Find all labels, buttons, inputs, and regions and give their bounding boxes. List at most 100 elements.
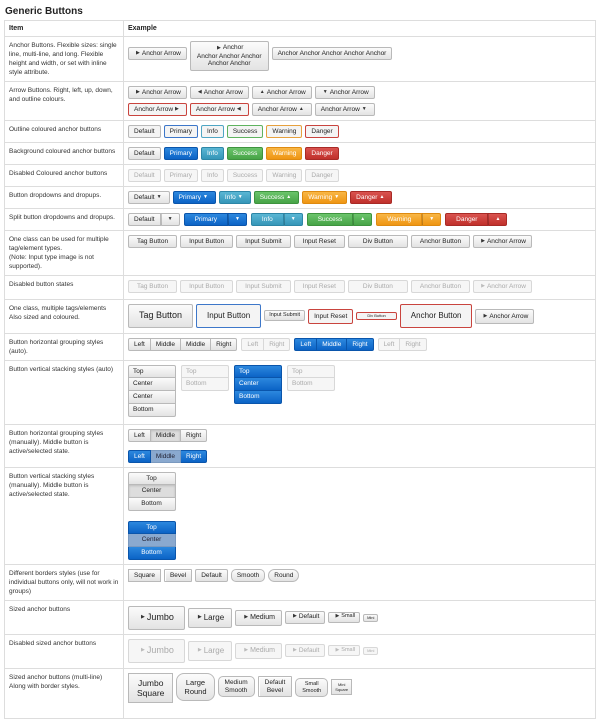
bg-danger-button[interactable]: Danger [305, 147, 339, 160]
split-main[interactable]: Default [128, 213, 161, 226]
anchor-arrow-button[interactable]: ▶ Anchor Arrow [128, 47, 187, 60]
split-main[interactable]: Danger [445, 213, 489, 226]
group-right-button[interactable]: Right [181, 429, 208, 442]
input-reset-medium[interactable]: Input Reset [308, 309, 354, 324]
div-button[interactable]: Div Button [347, 235, 408, 248]
group-middle-button[interactable]: Middle [150, 338, 181, 351]
split-main[interactable]: Warning [376, 213, 423, 226]
vstack-bottom-button[interactable]: Bottom [128, 498, 176, 511]
split-danger-button[interactable]: Danger ▲ [445, 213, 508, 226]
input-reset[interactable]: Input Reset [293, 235, 345, 248]
group-right-button[interactable]: Right [347, 338, 374, 351]
vstack-top-button[interactable]: Top [128, 472, 176, 485]
outline-arrow-up-button[interactable]: Anchor Arrow ▲ [251, 103, 312, 116]
outline-primary-button[interactable]: Primary [163, 125, 198, 138]
vstack-bottom-button[interactable]: Bottom [234, 391, 282, 404]
split-main[interactable]: Success [306, 213, 354, 226]
bg-warning-button[interactable]: Warning [266, 147, 303, 160]
outline-warning-button[interactable]: Warning [266, 125, 303, 138]
jumbo-button[interactable]: ▶ Jumbo [128, 605, 185, 630]
group-middle-button-active[interactable]: Middle [150, 429, 181, 442]
medium-button[interactable]: ▶ Medium [235, 609, 282, 626]
mini-button[interactable]: Mini [363, 613, 379, 622]
small-button[interactable]: ▶ Small [328, 611, 361, 623]
bg-primary-button[interactable]: Primary [163, 147, 198, 160]
arrow-up-button[interactable]: ▲ Anchor Arrow [251, 86, 312, 99]
split-default-button[interactable]: Default ▼ [128, 213, 180, 226]
default-bevel-button[interactable]: Default Bevel [257, 676, 293, 697]
bg-info-button[interactable]: Info [201, 147, 224, 160]
default-size-button[interactable]: ▶ Default [284, 610, 326, 624]
vstack-center-button[interactable]: Center [128, 391, 176, 404]
split-toggle[interactable]: ▼ [227, 213, 247, 226]
dropdown-info-button[interactable]: Info ▼ [218, 191, 251, 204]
default-border-button[interactable]: Default [195, 569, 228, 582]
split-toggle[interactable]: ▲ [488, 213, 508, 226]
split-toggle[interactable]: ▼ [422, 213, 442, 226]
vstack-bottom-button[interactable]: Bottom [128, 547, 176, 560]
split-main[interactable]: Info [250, 213, 284, 226]
large-button[interactable]: ▶ Large [187, 607, 233, 628]
round-button[interactable]: Round [268, 569, 300, 582]
dropdown-primary-button[interactable]: Primary ▼ [172, 191, 216, 204]
outline-info-button[interactable]: Info [201, 125, 224, 138]
bg-default-button[interactable]: Default [128, 147, 161, 160]
group-left-button[interactable]: Left [128, 429, 151, 442]
arrow-right-button[interactable]: ▶ Anchor Arrow [128, 86, 187, 99]
split-primary-button[interactable]: Primary ▼ [183, 213, 247, 226]
split-toggle[interactable]: ▼ [283, 213, 303, 226]
input-button[interactable]: Input Button [180, 235, 234, 248]
group-left-button[interactable]: Left [128, 338, 151, 351]
smooth-button[interactable]: Smooth [230, 569, 266, 582]
bg-success-button[interactable]: Success [226, 147, 264, 160]
anchor-button[interactable]: Anchor Button [410, 235, 471, 248]
split-info-button[interactable]: Info ▼ [250, 213, 303, 226]
vstack-top-button[interactable]: Top [128, 521, 176, 534]
group-left-button[interactable]: Left [128, 450, 151, 463]
jumbo-square-button[interactable]: Jumbo Square [128, 673, 174, 703]
group-right-button[interactable]: Right [211, 338, 238, 351]
arrow-down-button[interactable]: ▼ Anchor Arrow [314, 86, 375, 99]
group-middle-button[interactable]: Middle [317, 338, 348, 351]
split-main[interactable]: Primary [183, 213, 228, 226]
input-submit[interactable]: Input Submit [236, 235, 291, 248]
split-success-button[interactable]: Success ▲ [306, 213, 373, 226]
outline-danger-button[interactable]: Danger [305, 125, 339, 138]
vstack-center-button-active[interactable]: Center [128, 534, 176, 547]
large-round-button[interactable]: Large Round [176, 673, 215, 701]
split-toggle[interactable]: ▲ [353, 213, 373, 226]
outline-success-button[interactable]: Success [226, 125, 264, 138]
anchor-arrow-button[interactable]: ▶ Anchor Arrow [475, 309, 535, 324]
vstack-bottom-button[interactable]: Bottom [128, 404, 176, 417]
medium-smooth-button[interactable]: Medium Smooth [217, 676, 255, 697]
vstack-top-button[interactable]: Top [128, 365, 176, 378]
split-toggle[interactable]: ▼ [160, 213, 180, 226]
outline-arrow-right-button[interactable]: Anchor Arrow ▶ [128, 103, 187, 116]
arrow-left-button[interactable]: ◀ Anchor Arrow [189, 86, 249, 99]
outline-arrow-down-button[interactable]: Anchor Arrow ▼ [314, 103, 375, 116]
tag-button-jumbo[interactable]: Tag Button [128, 304, 194, 328]
group-right-button[interactable]: Right [181, 450, 208, 463]
dropup-warning-button[interactable]: Warning ▼ [302, 191, 348, 204]
dropup-danger-button[interactable]: Danger ▲ [350, 191, 393, 204]
vstack-center-button-active[interactable]: Center [128, 485, 176, 498]
anchor-multiline-button[interactable]: ▶ Anchor Anchor Anchor Anchor Anchor Anchor [189, 41, 269, 71]
group-left-button[interactable]: Left [294, 338, 318, 351]
dropup-success-button[interactable]: Success ▲ [253, 191, 300, 204]
dropdown-default-button[interactable]: Default ▼ [128, 191, 170, 204]
group-middle-button[interactable]: Middle [181, 338, 212, 351]
mini-square-button[interactable]: Mini Square [331, 679, 353, 695]
outline-default-button[interactable]: Default [128, 125, 161, 138]
anchor-button-large[interactable]: Anchor Button [399, 304, 473, 328]
vstack-top-button[interactable]: Top [234, 365, 282, 378]
input-button-large[interactable]: Input Button [196, 304, 262, 328]
group-middle-button-active[interactable]: Middle [150, 450, 181, 463]
square-button[interactable]: Square [128, 569, 161, 582]
split-warning-button[interactable]: Warning ▼ [376, 213, 442, 226]
small-smooth-button[interactable]: Small Smooth [295, 678, 329, 697]
input-submit-small[interactable]: Input Submit [264, 310, 306, 321]
anchor-arrow-button[interactable]: ▶ Anchor Arrow [473, 235, 532, 248]
tag-button[interactable]: Tag Button [128, 235, 178, 248]
anchor-long-button[interactable]: Anchor Anchor Anchor Anchor Anchor [271, 47, 393, 60]
div-button-mini[interactable]: Div Button [356, 312, 397, 320]
